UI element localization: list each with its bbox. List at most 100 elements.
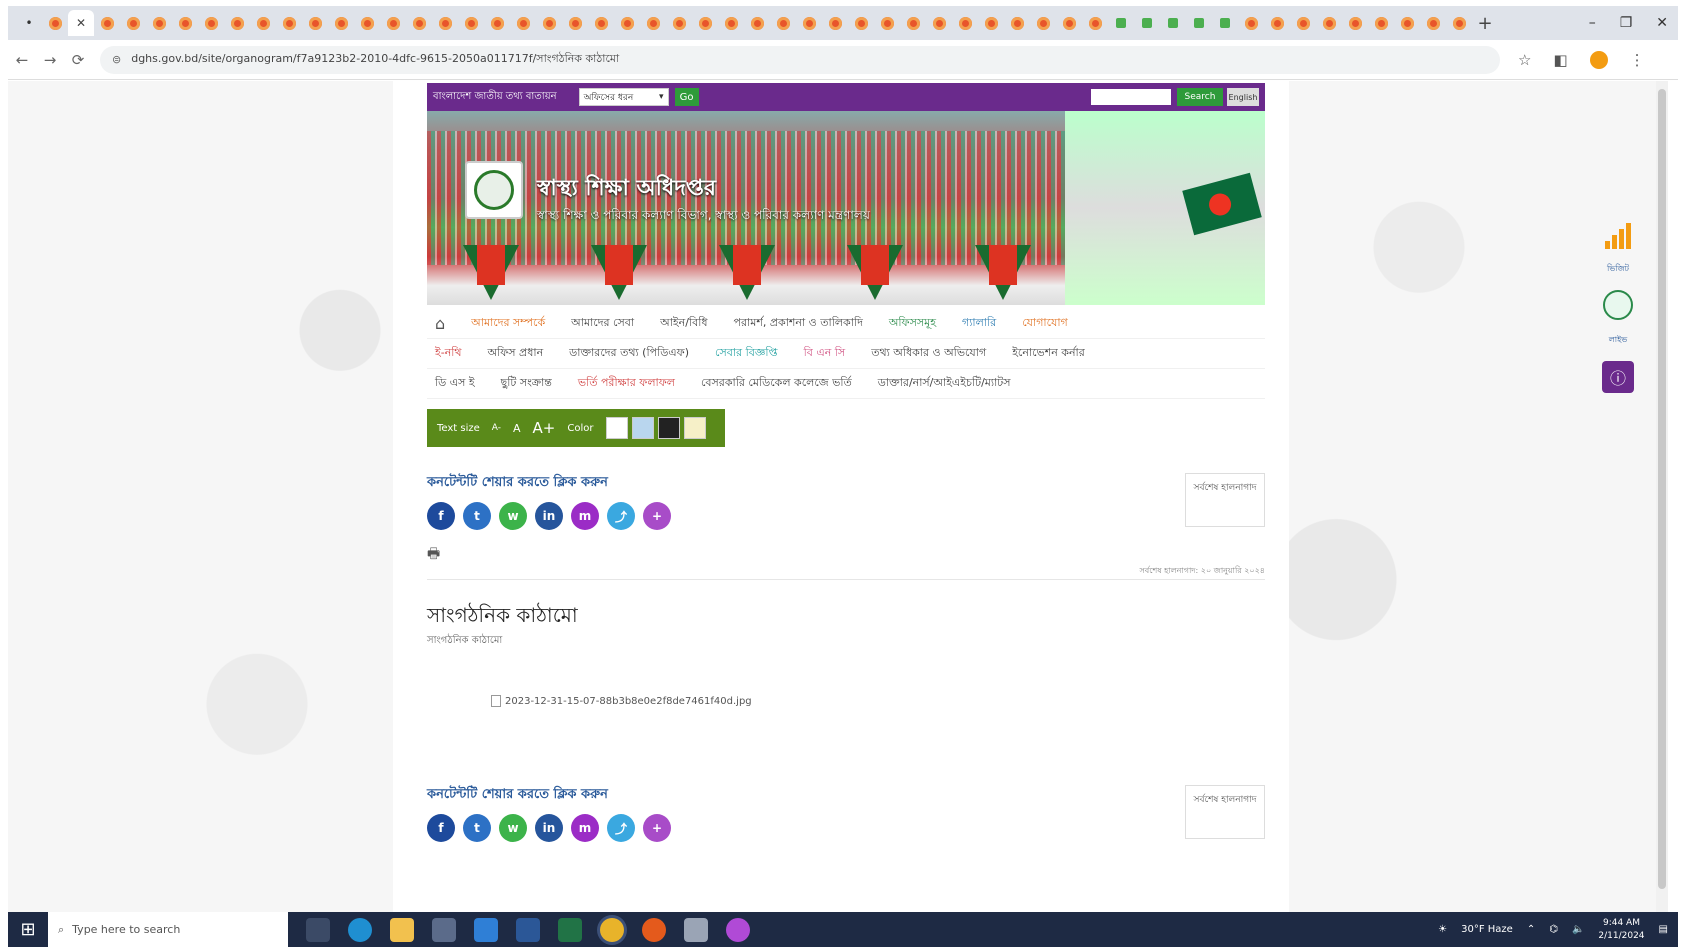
browser-tab[interactable] xyxy=(146,10,172,36)
mail-icon[interactable] xyxy=(474,917,498,942)
task-view-icon[interactable] xyxy=(306,917,330,942)
facebook-icon[interactable]: f xyxy=(427,502,455,530)
browser-tab[interactable] xyxy=(536,10,562,36)
menu-item[interactable]: ডাক্তার/নার্স/আইএইচটি/ম্যাটস xyxy=(878,374,1011,393)
chat-icon[interactable] xyxy=(1603,290,1633,320)
forward-icon[interactable]: → xyxy=(36,51,64,69)
language-toggle-button[interactable]: English xyxy=(1227,88,1259,106)
portal-label[interactable]: বাংলাদেশ জাতীয় তথ্য বাতায়ন xyxy=(433,89,557,106)
browser-tab[interactable] xyxy=(94,10,120,36)
search-button[interactable]: Search xyxy=(1177,88,1223,106)
home-icon[interactable]: ⌂ xyxy=(435,314,445,333)
browser-tab[interactable] xyxy=(120,10,146,36)
menu-item[interactable]: আইন/বিধি xyxy=(660,314,707,333)
office-type-select[interactable]: অফিসের ধরন ▾ xyxy=(578,88,669,106)
reload-icon[interactable]: ⟳ xyxy=(64,51,92,69)
menu-item[interactable]: ই-নথি xyxy=(435,344,462,363)
browser-tab[interactable] xyxy=(1368,10,1394,36)
browser-tab[interactable] xyxy=(1316,10,1342,36)
browser-tab[interactable] xyxy=(1160,10,1186,36)
browser-tab[interactable] xyxy=(1186,10,1212,36)
new-tab-button[interactable]: + xyxy=(1472,13,1498,34)
text-normal-button[interactable]: A xyxy=(513,422,521,435)
go-button[interactable]: Go xyxy=(674,88,699,106)
menu-item[interactable]: আমাদের সেবা xyxy=(571,314,634,333)
weather-text[interactable]: 30°F Haze xyxy=(1461,924,1513,935)
facebook-icon[interactable]: f xyxy=(427,814,455,842)
text-larger-button[interactable]: A+ xyxy=(533,419,556,437)
app-icon[interactable] xyxy=(684,917,708,942)
windows-start-icon[interactable]: ⊞ xyxy=(8,919,48,940)
tab-search-icon[interactable]: • xyxy=(16,10,42,36)
browser-tab[interactable] xyxy=(718,10,744,36)
menu-item[interactable]: গ্যালারি xyxy=(962,314,996,333)
volume-icon[interactable]: 🔈 xyxy=(1572,924,1584,935)
print-icon[interactable]: 🖶 xyxy=(427,543,440,567)
bookmark-star-icon[interactable]: ☆ xyxy=(1518,51,1531,69)
menu-item[interactable]: অফিসসমূহ xyxy=(889,314,936,333)
browser-tab[interactable] xyxy=(484,10,510,36)
browser-tab[interactable] xyxy=(926,10,952,36)
menu-item[interactable]: আমাদের সম্পর্কে xyxy=(471,314,545,333)
browser-tab[interactable] xyxy=(562,10,588,36)
edge-icon[interactable] xyxy=(348,917,372,942)
browser-tab[interactable] xyxy=(588,10,614,36)
color-swatch-button[interactable] xyxy=(605,417,628,439)
menu-item[interactable]: যোগাযোগ xyxy=(1022,314,1068,333)
browser-tab[interactable] xyxy=(1056,10,1082,36)
tray-chevron-icon[interactable]: ⌃ xyxy=(1527,924,1535,935)
browser-tab[interactable] xyxy=(952,10,978,36)
twitter-icon[interactable]: t xyxy=(463,502,491,530)
browser-tab[interactable] xyxy=(458,10,484,36)
sidebar-icon[interactable]: ◧ xyxy=(1553,51,1567,69)
firefox-icon[interactable] xyxy=(642,917,666,942)
site-search-input[interactable] xyxy=(1091,89,1171,105)
browser-tab[interactable] xyxy=(302,10,328,36)
taskbar-search-input[interactable]: ⌕ Type here to search xyxy=(48,912,288,947)
linkedin-icon[interactable]: in xyxy=(535,502,563,530)
browser-tab[interactable] xyxy=(354,10,380,36)
profile-avatar[interactable] xyxy=(1589,50,1608,69)
file-explorer-icon[interactable] xyxy=(390,917,414,942)
more-icon[interactable]: + xyxy=(643,502,671,530)
menu-item[interactable]: ভর্তি পরীক্ষার ফলাফল xyxy=(578,374,675,393)
menu-kebab-icon[interactable]: ⋮ xyxy=(1630,51,1645,69)
browser-tab[interactable] xyxy=(1394,10,1420,36)
browser-tab[interactable] xyxy=(874,10,900,36)
store-icon[interactable] xyxy=(432,917,456,942)
browser-tab[interactable]: ✕ xyxy=(68,10,94,36)
share-link-icon[interactable]: ⤴ xyxy=(607,814,635,842)
browser-tab[interactable] xyxy=(1264,10,1290,36)
maximize-button[interactable]: ❐ xyxy=(1620,15,1633,31)
browser-tab[interactable] xyxy=(224,10,250,36)
scrollbar-thumb[interactable] xyxy=(1658,89,1666,889)
browser-tab[interactable] xyxy=(172,10,198,36)
word-icon[interactable] xyxy=(516,917,540,942)
site-logo[interactable] xyxy=(465,161,523,219)
text-smaller-button[interactable]: A- xyxy=(492,423,501,433)
whatsapp-icon[interactable]: w xyxy=(499,814,527,842)
browser-tab[interactable] xyxy=(198,10,224,36)
browser-tab[interactable] xyxy=(1212,10,1238,36)
browser-tab[interactable] xyxy=(1082,10,1108,36)
share-link-icon[interactable]: ⤴ xyxy=(607,502,635,530)
twitter-icon[interactable]: t xyxy=(463,814,491,842)
color-swatch-button[interactable] xyxy=(657,417,680,439)
browser-tab[interactable] xyxy=(614,10,640,36)
minimize-button[interactable]: – xyxy=(1589,15,1596,31)
browser-tab[interactable] xyxy=(640,10,666,36)
scrollbar[interactable] xyxy=(1656,81,1668,912)
browser-tab[interactable] xyxy=(1238,10,1264,36)
browser-tab[interactable] xyxy=(900,10,926,36)
color-swatch-button[interactable] xyxy=(683,417,706,439)
browser-tab[interactable] xyxy=(1108,10,1134,36)
browser-tab[interactable] xyxy=(1030,10,1056,36)
menu-item[interactable]: ডি এস ই xyxy=(435,374,475,393)
browser-tab[interactable] xyxy=(848,10,874,36)
browser-tab[interactable] xyxy=(796,10,822,36)
close-tab-icon[interactable]: ✕ xyxy=(76,16,86,30)
browser-tab[interactable] xyxy=(328,10,354,36)
site-info-icon[interactable]: ⊜ xyxy=(112,53,121,66)
browser-tab[interactable] xyxy=(666,10,692,36)
browser-tab[interactable] xyxy=(1420,10,1446,36)
